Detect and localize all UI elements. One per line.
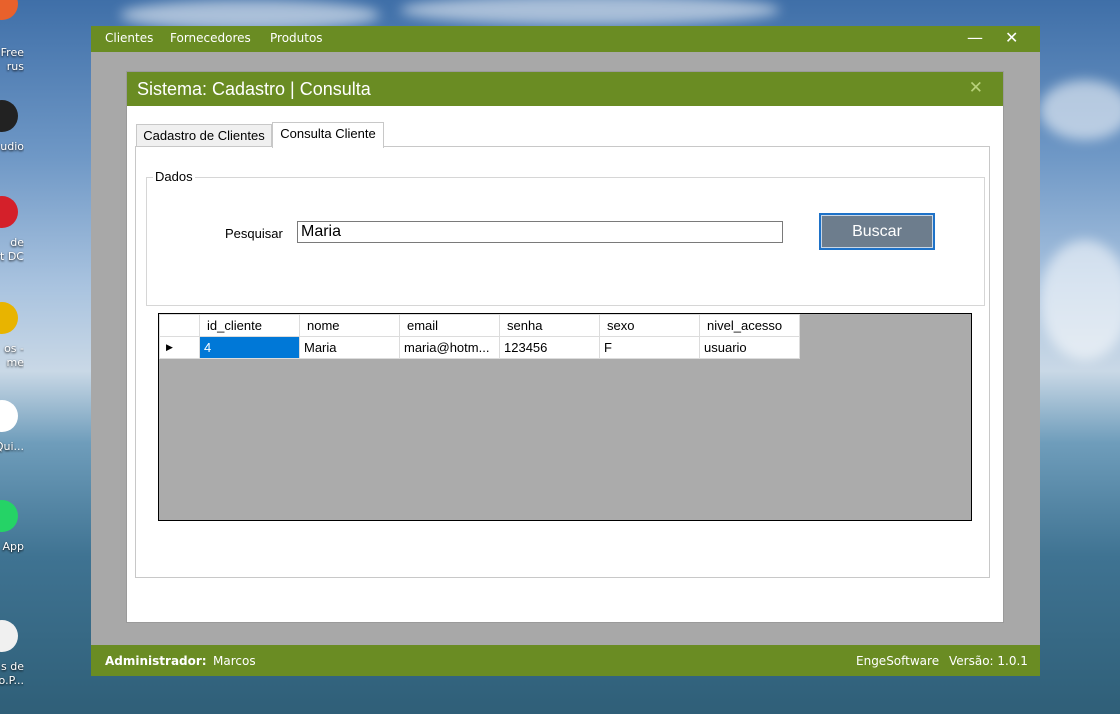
desktop-icon[interactable]	[0, 0, 18, 20]
column-header-sexo[interactable]: sexo	[599, 314, 700, 337]
desktop-icon[interactable]	[0, 100, 18, 132]
search-button[interactable]: Buscar	[819, 213, 935, 250]
desktop-icon[interactable]	[0, 400, 18, 432]
main-window: Clientes Fornecedores Produtos — ✕ Siste…	[91, 26, 1040, 676]
results-table: id_cliente nome email senha sexo nivel_a…	[159, 314, 800, 359]
minimize-icon[interactable]: —	[967, 28, 983, 47]
desktop-icon[interactable]	[0, 196, 18, 228]
results-grid[interactable]: id_cliente nome email senha sexo nivel_a…	[158, 313, 972, 521]
cloud	[1040, 240, 1120, 360]
cell-nivel-acesso[interactable]: usuario	[699, 336, 800, 359]
status-company: EngeSoftware	[856, 654, 940, 668]
desktop-icon-label: Qui...	[0, 440, 24, 453]
menu-produtos[interactable]: Produtos	[270, 31, 323, 45]
menu-bar: Clientes Fornecedores Produtos — ✕	[91, 26, 1040, 52]
search-label: Pesquisar	[225, 226, 283, 241]
group-title: Dados	[153, 169, 195, 184]
desktop-icon-label: udio	[0, 140, 24, 153]
desktop-icon[interactable]	[0, 500, 18, 532]
menu-fornecedores[interactable]: Fornecedores	[170, 31, 251, 45]
search-input[interactable]	[297, 221, 783, 243]
column-header-nome[interactable]: nome	[299, 314, 400, 337]
status-bar: Administrador: Marcos EngeSoftware Versã…	[91, 645, 1040, 676]
status-role-label: Administrador:	[105, 654, 207, 668]
cell-nome[interactable]: Maria	[299, 336, 400, 359]
child-title-bar: Sistema: Cadastro | Consulta ✕	[127, 72, 1003, 106]
child-form: Sistema: Cadastro | Consulta ✕ Cadastro …	[127, 72, 1003, 622]
close-icon[interactable]: ✕	[1005, 28, 1018, 47]
child-title: Sistema: Cadastro | Consulta	[137, 79, 371, 99]
menu-clientes[interactable]: Clientes	[105, 31, 153, 45]
desktop-icon-label: Free rus	[0, 46, 24, 73]
column-header-senha[interactable]: senha	[499, 314, 600, 337]
cell-sexo[interactable]: F	[599, 336, 700, 359]
desktop-icon-label: de t DC	[0, 236, 24, 263]
child-close-icon[interactable]: ✕	[969, 78, 983, 98]
groupbox-dados: Dados Pesquisar Buscar	[146, 169, 985, 306]
current-row-icon[interactable]: ▶	[159, 336, 200, 359]
desktop-icon-label: App	[2, 540, 25, 553]
column-header-nivel-acesso[interactable]: nivel_acesso	[699, 314, 800, 337]
cell-email[interactable]: maria@hotm...	[399, 336, 500, 359]
desktop-icon[interactable]	[0, 302, 18, 334]
desktop-icon[interactable]	[0, 620, 18, 652]
grid-header-row: id_cliente nome email senha sexo nivel_a…	[159, 314, 800, 337]
cloud	[1040, 80, 1120, 140]
column-header-email[interactable]: email	[399, 314, 500, 337]
tab-page-consulta: Dados Pesquisar Buscar id_cliente nome e…	[135, 146, 990, 578]
tab-consulta-cliente[interactable]: Consulta Cliente	[272, 122, 384, 148]
column-header-id-cliente[interactable]: id_cliente	[199, 314, 300, 337]
cell-id-cliente[interactable]: 4	[199, 336, 300, 359]
table-row[interactable]: ▶ 4 Maria maria@hotm... 123456 F usuario	[159, 336, 800, 359]
cell-senha[interactable]: 123456	[499, 336, 600, 359]
grid-corner-cell[interactable]	[159, 314, 200, 337]
status-version: Versão: 1.0.1	[949, 654, 1028, 668]
tab-cadastro-clientes[interactable]: Cadastro de Clientes	[136, 124, 272, 147]
desktop-icon-label: s de ão.P...	[0, 660, 24, 687]
desktop-icon-label: os - me	[4, 342, 24, 369]
status-user: Marcos	[213, 654, 256, 668]
cloud	[400, 0, 780, 25]
